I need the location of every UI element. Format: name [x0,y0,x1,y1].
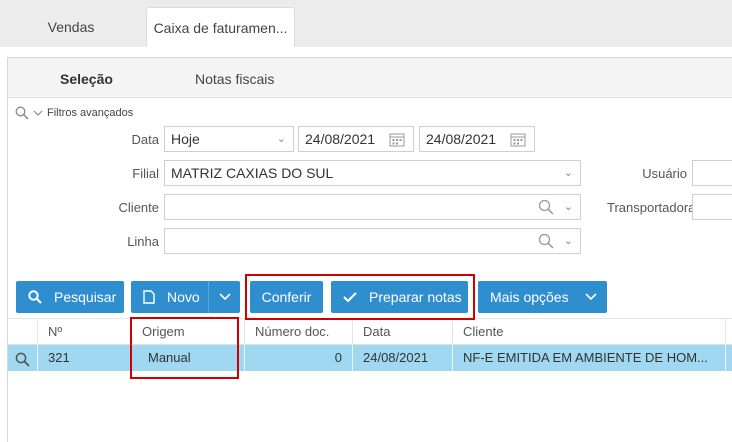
chevron-down-icon: ⌄ [276,133,286,145]
pesquisar-label: Pesquisar [54,289,117,305]
novo-dropdown-toggle[interactable] [208,281,240,313]
search-icon[interactable] [538,199,554,215]
linha-label: Linha [127,234,159,249]
cell-cliente: NF-E EMITIDA EM AMBIENTE DE HOM... [453,345,726,371]
mais-opcoes-label: Mais opções [490,289,569,305]
subtab-notas-fiscais[interactable]: Notas fiscais [195,58,274,98]
cell-numero: 321 [38,345,132,371]
mais-opcoes-dropdown-toggle[interactable] [575,281,607,313]
date-to-field[interactable]: 24/08/2021 [419,126,535,152]
filial-value: MATRIZ CAXIAS DO SUL [171,165,334,181]
row-search-cell[interactable] [8,345,38,371]
cliente-field[interactable]: ⌄ [164,194,581,220]
calendar-icon[interactable] [389,132,405,147]
subtab-selecao[interactable]: Seleção [60,58,113,98]
search-icon[interactable] [15,352,30,367]
subtab-bar: Seleção Notas fiscais [8,58,732,98]
date-to-value: 24/08/2021 [426,131,497,147]
filial-select[interactable]: MATRIZ CAXIAS DO SUL ⌄ [164,160,581,186]
grid-header-icon-col [8,319,38,346]
novo-label: Novo [167,289,200,305]
chevron-down-icon: ⌄ [563,235,573,247]
col-header-cliente[interactable]: Cliente [453,319,726,346]
search-icon [28,290,42,304]
tab-vendas[interactable]: Vendas [10,7,132,47]
chevron-down-icon [33,110,43,116]
data-period-select[interactable]: Hoje ⌄ [164,126,294,152]
usuario-field[interactable] [692,160,732,186]
advanced-filters-toggle[interactable]: Filtros avançados [15,105,133,121]
search-icon[interactable] [538,233,554,249]
highlight-box-origem [130,317,239,379]
chevron-down-icon [585,293,597,301]
chevron-down-icon: ⌄ [563,201,573,213]
novo-button[interactable]: Novo [131,281,240,313]
search-icon [15,106,29,120]
chevron-down-icon [218,293,231,301]
col-header-numero-doc[interactable]: Número doc. [245,319,353,346]
transportadora-label: Transportadora [607,200,696,215]
data-label: Data [131,132,159,147]
tab-caixa-faturamento[interactable]: Caixa de faturamen... [146,7,295,47]
pesquisar-button[interactable]: Pesquisar [16,281,124,313]
grid-header: Nº Origem Número doc. Data Cliente [8,318,732,346]
cell-data: 24/08/2021 [353,345,453,371]
mais-opcoes-button[interactable]: Mais opções [478,281,607,313]
cliente-label: Cliente [118,200,159,215]
col-header-numero[interactable]: Nº [38,319,132,346]
usuario-label: Usuário [642,166,687,181]
top-tab-bar: Vendas Caixa de faturamen... [0,0,732,47]
document-icon [143,290,155,304]
filial-label: Filial [132,166,159,181]
highlight-box-actions [245,274,475,320]
data-period-value: Hoje [171,131,200,147]
table-row[interactable]: 321 Manual 0 24/08/2021 NF-E EMITIDA EM … [8,345,732,371]
col-header-data[interactable]: Data [353,319,453,346]
date-from-value: 24/08/2021 [305,131,376,147]
chevron-down-icon: ⌄ [563,167,573,179]
linha-field[interactable]: ⌄ [164,228,581,254]
cell-numero-doc: 0 [245,345,353,371]
calendar-icon[interactable] [510,132,526,147]
advanced-filters-label: Filtros avançados [47,107,134,119]
transportadora-field[interactable] [692,194,732,220]
date-from-field[interactable]: 24/08/2021 [298,126,414,152]
